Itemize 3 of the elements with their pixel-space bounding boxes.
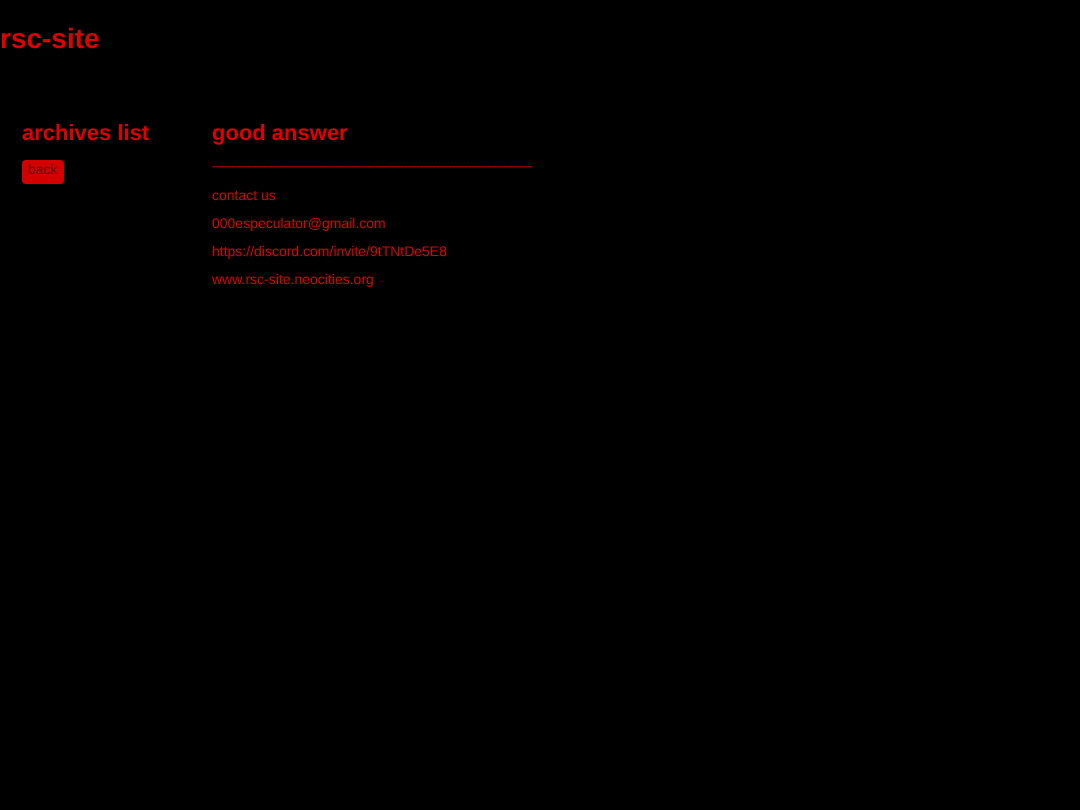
sidebar-heading: archives list: [22, 120, 150, 148]
post-heading: good answer: [212, 120, 348, 148]
site-title: rsc-site: [0, 20, 100, 56]
